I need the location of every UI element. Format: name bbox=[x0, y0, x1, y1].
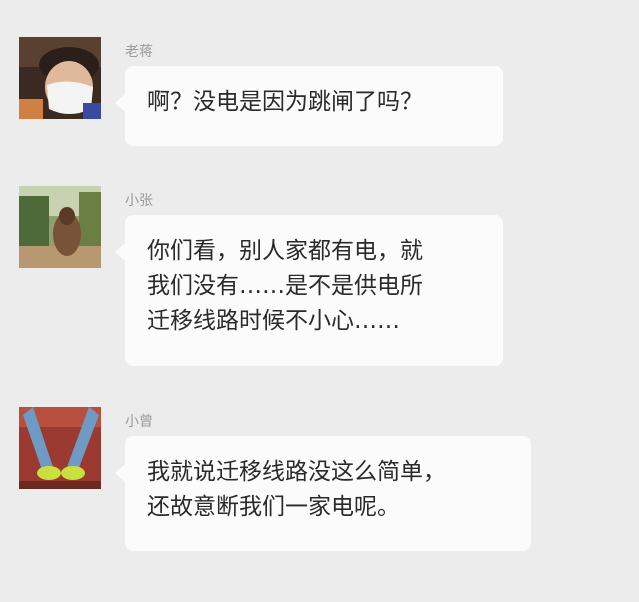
message-text-line: 我就说迁移线路没这么简单， bbox=[147, 459, 446, 485]
message-text-line: 还故意断我们一家电呢。 bbox=[147, 494, 400, 520]
message-bubble[interactable]: 你们看，别人家都有电，就 我们没有……是不是供电所 迁移线路时候不小心…… bbox=[115, 215, 503, 366]
avatar-image bbox=[19, 186, 101, 268]
message-bubble[interactable]: 啊？没电是因为跳闸了吗？ bbox=[115, 66, 503, 146]
message-text: 啊？没电是因为跳闸了吗？ bbox=[147, 89, 423, 115]
message-text-line: 迁移线路时候不小心…… bbox=[147, 308, 400, 334]
message-text-line: 你们看，别人家都有电，就 bbox=[147, 238, 423, 264]
sender-name: 小张 bbox=[125, 193, 153, 209]
message-text-line: 我们没有……是不是供电所 bbox=[147, 273, 423, 299]
message-bubble[interactable]: 我就说迁移线路没这么简单， 还故意断我们一家电呢。 bbox=[115, 436, 531, 551]
avatar[interactable] bbox=[19, 186, 101, 268]
sender-name: 老蒋 bbox=[125, 44, 153, 60]
avatar-image bbox=[19, 37, 101, 119]
avatar-image bbox=[19, 407, 101, 489]
sender-name: 小曾 bbox=[125, 414, 153, 430]
avatar[interactable] bbox=[19, 37, 101, 119]
avatar[interactable] bbox=[19, 407, 101, 489]
